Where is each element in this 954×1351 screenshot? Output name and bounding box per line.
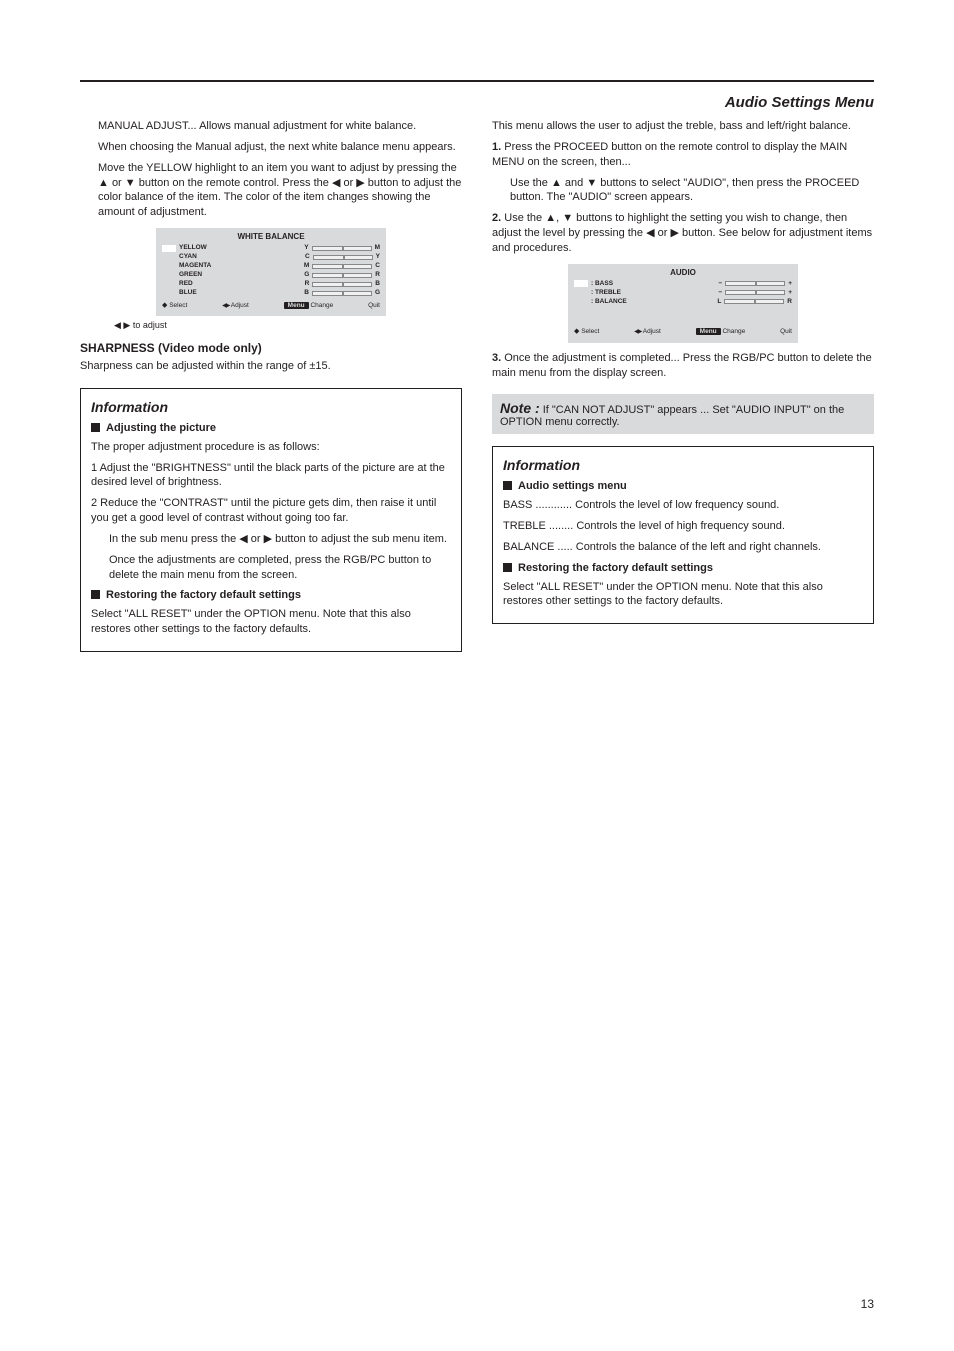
- info-bullet-2: Restoring the factory default settings: [91, 588, 451, 603]
- slider: [312, 282, 372, 287]
- audio-bass: BASS ............ Controls the level of …: [503, 498, 863, 513]
- info-bullet-1-title: Audio settings menu: [518, 479, 627, 494]
- right-column: This menu allows the user to adjust the …: [492, 119, 874, 652]
- audio-balance: BALANCE ..... Controls the balance of th…: [503, 540, 863, 555]
- info-bullet-1: Audio settings menu: [503, 479, 863, 494]
- slider: [313, 255, 373, 260]
- slider: [724, 299, 784, 304]
- step-3-num: 3.: [492, 352, 501, 364]
- square-bullet-icon: [503, 563, 512, 572]
- osd-swatch: [574, 280, 588, 287]
- header: Audio Settings Menu: [80, 94, 874, 111]
- slider: [725, 290, 785, 295]
- manual-adjust-followup-a: When choosing the Manual adjust, the nex…: [98, 140, 462, 155]
- slider: [312, 273, 372, 278]
- osd-title: AUDIO: [574, 268, 792, 278]
- note-title: Note :: [500, 400, 540, 416]
- audio-treble: TREBLE ........ Controls the level of hi…: [503, 519, 863, 534]
- info-line-3: 2 Reduce the "CONTRAST" until the pictur…: [91, 496, 451, 526]
- osd-title: WHITE BALANCE: [162, 232, 380, 242]
- note-box: Note : If "CAN NOT ADJUST" appears ... S…: [492, 394, 874, 434]
- step-2-num: 2.: [492, 212, 501, 224]
- step-1-body-b: Use the ▲ and ▼ buttons to select "AUDIO…: [510, 176, 874, 206]
- info-line-4b: Once the adjustments are completed, pres…: [109, 553, 451, 583]
- sharpness-body: Sharpness can be adjusted within the ran…: [80, 359, 462, 374]
- info-bullet-2: Restoring the factory default settings: [503, 561, 863, 576]
- info-bullet-2-body: Select "ALL RESET" under the OPTION menu…: [91, 607, 451, 637]
- info-bullet-1-title: Adjusting the picture: [106, 421, 216, 436]
- information-box-left: Information Adjusting the picture The pr…: [80, 388, 462, 652]
- info-bullet-2-title: Restoring the factory default settings: [518, 561, 713, 576]
- columns: MANUAL ADJUST... Allows manual adjustmen…: [80, 119, 874, 652]
- audio-intro: This menu allows the user to adjust the …: [492, 119, 874, 134]
- infobox-title: Information: [91, 399, 451, 415]
- manual-adjust-followup-b: Move the YELLOW highlight to an item you…: [98, 161, 462, 220]
- step-3: 3. Once the adjustment is completed... P…: [492, 351, 874, 381]
- step-1: 1. Press the PROCEED button on the remot…: [492, 140, 874, 170]
- step-1-body-a: Press the PROCEED button on the remote c…: [492, 141, 847, 168]
- page-number: 13: [861, 1297, 874, 1311]
- info-line-4a: In the sub menu press the ◀ or ▶ button …: [109, 532, 451, 547]
- osd-nav: Select Adjust Menu Change Quit: [574, 328, 792, 336]
- slider: [312, 246, 372, 251]
- slider: [312, 291, 372, 296]
- step-2: 2. Use the ▲, ▼ buttons to highlight the…: [492, 211, 874, 256]
- section-title: Audio Settings Menu: [725, 94, 874, 111]
- note-body: If "CAN NOT ADJUST" appears ... Set "AUD…: [500, 404, 844, 428]
- slider: [725, 281, 785, 286]
- osd-nav: Select Adjust Menu Change Quit: [162, 302, 380, 310]
- info-bullet-2-body: Select "ALL RESET" under the OPTION menu…: [503, 580, 863, 610]
- sharpness-heading: SHARPNESS (Video mode only): [80, 341, 462, 355]
- step-1-num: 1.: [492, 141, 501, 153]
- slider: [312, 264, 372, 269]
- left-column: MANUAL ADJUST... Allows manual adjustmen…: [80, 119, 462, 652]
- information-box-right: Information Audio settings menu BASS ...…: [492, 446, 874, 624]
- square-bullet-icon: [91, 423, 100, 432]
- osd-audio: AUDIO : BASS−+ : TREBLE−+ : BALANCELR Se…: [568, 264, 798, 343]
- square-bullet-icon: [503, 481, 512, 490]
- info-bullet-2-title: Restoring the factory default settings: [106, 588, 301, 603]
- step-2-body: Use the ▲, ▼ buttons to highlight the se…: [492, 212, 872, 254]
- osd-white-balance: WHITE BALANCE YELLOWYM CYANCY MAGENTAMC …: [156, 228, 386, 316]
- info-line-2: 1 Adjust the "BRIGHTNESS" until the blac…: [91, 461, 451, 491]
- step-3-body: Once the adjustment is completed... Pres…: [492, 352, 872, 379]
- info-bullet-1: Adjusting the picture: [91, 421, 451, 436]
- top-rule: [80, 80, 874, 82]
- infobox-title: Information: [503, 457, 863, 473]
- osd-swatch: [162, 245, 176, 252]
- square-bullet-icon: [91, 590, 100, 599]
- osd-caption: ◀ ▶ to adjust: [114, 320, 462, 331]
- info-line-1: The proper adjustment procedure is as fo…: [91, 440, 451, 455]
- manual-adjust-line: MANUAL ADJUST... Allows manual adjustmen…: [98, 119, 462, 134]
